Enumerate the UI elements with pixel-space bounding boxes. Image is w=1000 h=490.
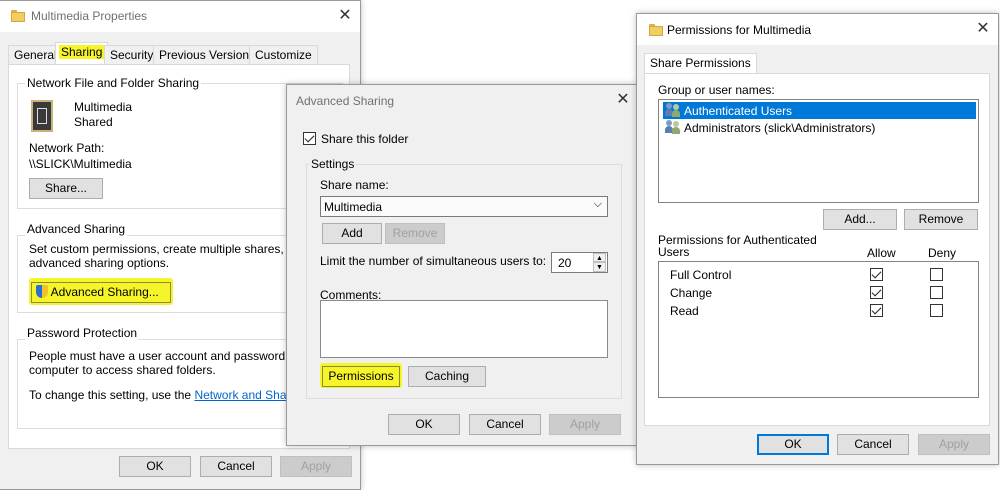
- properties-ok-button[interactable]: OK: [119, 456, 191, 477]
- deny-change-checkbox[interactable]: [930, 286, 943, 299]
- tab-customize[interactable]: Customize: [249, 45, 318, 65]
- permissions-window: Permissions for Multimedia ✕ Share Permi…: [636, 13, 999, 465]
- permissions-remove-button[interactable]: Remove: [904, 209, 978, 230]
- permission-row-full-control: Full Control: [659, 266, 978, 284]
- folder-name: Multimedia: [74, 100, 133, 114]
- permissions-for-label-2: Users: [658, 245, 690, 259]
- share-name-label: Share name:: [320, 178, 389, 192]
- user-item-label: Administrators (slick\Administrators): [684, 121, 876, 135]
- advanced-title: Advanced Sharing: [296, 94, 395, 108]
- advanced-sharing-button-label: Advanced Sharing...: [50, 285, 159, 299]
- permissions-ok-button[interactable]: OK: [757, 434, 829, 455]
- permission-row-read: Read: [659, 302, 978, 320]
- folder-icon: [11, 10, 25, 22]
- advanced-cancel-button[interactable]: Cancel: [469, 414, 541, 435]
- tab-security[interactable]: Security: [104, 45, 160, 65]
- permissions-titlebar[interactable]: Permissions for Multimedia ✕: [637, 14, 998, 45]
- permissions-title: Permissions for Multimedia: [667, 23, 812, 37]
- chevron-down-icon: ⌵: [593, 198, 602, 210]
- share-name-remove-button[interactable]: Remove: [385, 223, 445, 244]
- permissions-apply-button[interactable]: Apply: [918, 434, 990, 455]
- share-name-value: Multimedia: [324, 200, 383, 214]
- uac-shield-icon: [36, 285, 48, 298]
- network-path-label: Network Path:: [29, 141, 105, 155]
- password-desc-line1: People must have a user account and pass…: [29, 349, 325, 363]
- allow-column-header: Allow: [867, 246, 896, 260]
- folder-status: Shared: [74, 115, 113, 129]
- settings-group-label: Settings: [309, 157, 357, 171]
- user-list: Authenticated Users Administrators (slic…: [658, 99, 979, 203]
- password-desc-line2: computer to access shared folders.: [29, 363, 216, 377]
- stepper-down-icon[interactable]: ▼: [593, 262, 606, 272]
- limit-users-value: 20: [558, 256, 572, 270]
- deny-column-header: Deny: [928, 246, 957, 260]
- close-icon[interactable]: ✕: [335, 6, 355, 26]
- share-name-select[interactable]: Multimedia ⌵: [320, 196, 608, 217]
- share-button[interactable]: Share...: [29, 178, 103, 199]
- permission-name: Read: [670, 304, 699, 318]
- user-item-authenticated[interactable]: Authenticated Users: [663, 102, 976, 119]
- advanced-desc-line1: Set custom permissions, create multiple …: [29, 242, 327, 256]
- share-this-folder-label: Share this folder: [321, 132, 409, 146]
- stepper-up-icon[interactable]: ▲: [593, 253, 606, 262]
- advanced-close-icon[interactable]: ✕: [613, 90, 633, 110]
- advanced-ok-button[interactable]: OK: [388, 414, 460, 435]
- advanced-sharing-window: Advanced Sharing ✕ Share this folder Set…: [286, 84, 637, 446]
- permissions-list: Full Control Change Read: [658, 261, 979, 398]
- properties-apply-button[interactable]: Apply: [280, 456, 352, 477]
- share-name-add-button[interactable]: Add: [322, 223, 382, 244]
- permissions-close-icon[interactable]: ✕: [973, 19, 993, 39]
- nffs-group-label: Network File and Folder Sharing: [25, 76, 202, 90]
- advanced-desc-line2: advanced sharing options.: [29, 256, 170, 270]
- deny-full-control-checkbox[interactable]: [930, 268, 943, 281]
- tab-previous-versions[interactable]: Previous Versions: [153, 45, 262, 65]
- allow-full-control-checkbox[interactable]: [870, 268, 883, 281]
- properties-cancel-button[interactable]: Cancel: [200, 456, 272, 477]
- network-path-value: \\SLICK\Multimedia: [29, 157, 132, 171]
- users-group-icon: [665, 103, 681, 117]
- deny-read-checkbox[interactable]: [930, 304, 943, 317]
- advanced-sharing-button[interactable]: Advanced Sharing...: [31, 282, 171, 303]
- permissions-add-button[interactable]: Add...: [823, 209, 897, 230]
- permission-row-change: Change: [659, 284, 978, 302]
- permissions-folder-icon: [649, 24, 663, 36]
- group-user-names-label: Group or user names:: [658, 83, 775, 97]
- share-permissions-panel: Group or user names: Authenticated Users…: [644, 73, 990, 426]
- comments-textarea[interactable]: [320, 300, 608, 358]
- users-group-icon: [665, 120, 681, 134]
- limit-users-label: Limit the number of simultaneous users t…: [320, 254, 547, 268]
- tab-share-permissions[interactable]: Share Permissions: [644, 53, 757, 74]
- permission-name: Full Control: [670, 268, 732, 282]
- caching-button[interactable]: Caching: [408, 366, 486, 387]
- shared-folder-icon: [31, 100, 53, 132]
- properties-titlebar[interactable]: Multimedia Properties ✕: [0, 1, 360, 32]
- limit-users-stepper[interactable]: 20 ▲ ▼: [551, 252, 608, 273]
- properties-title: Multimedia Properties: [31, 9, 148, 23]
- user-item-label: Authenticated Users: [684, 104, 793, 118]
- tab-sharing[interactable]: Sharing: [55, 42, 109, 65]
- share-this-folder-checkbox[interactable]: [303, 132, 316, 145]
- user-item-administrators[interactable]: Administrators (slick\Administrators): [663, 119, 976, 136]
- allow-change-checkbox[interactable]: [870, 286, 883, 299]
- advanced-apply-button[interactable]: Apply: [549, 414, 621, 435]
- permission-name: Change: [670, 286, 713, 300]
- advanced-sharing-group-label: Advanced Sharing: [25, 222, 128, 236]
- password-protection-group-label: Password Protection: [25, 326, 140, 340]
- password-change-text: To change this setting, use the Network …: [29, 388, 319, 402]
- permissions-button[interactable]: Permissions: [322, 366, 400, 387]
- permissions-cancel-button[interactable]: Cancel: [837, 434, 909, 455]
- advanced-titlebar[interactable]: Advanced Sharing ✕: [287, 85, 636, 116]
- allow-read-checkbox[interactable]: [870, 304, 883, 317]
